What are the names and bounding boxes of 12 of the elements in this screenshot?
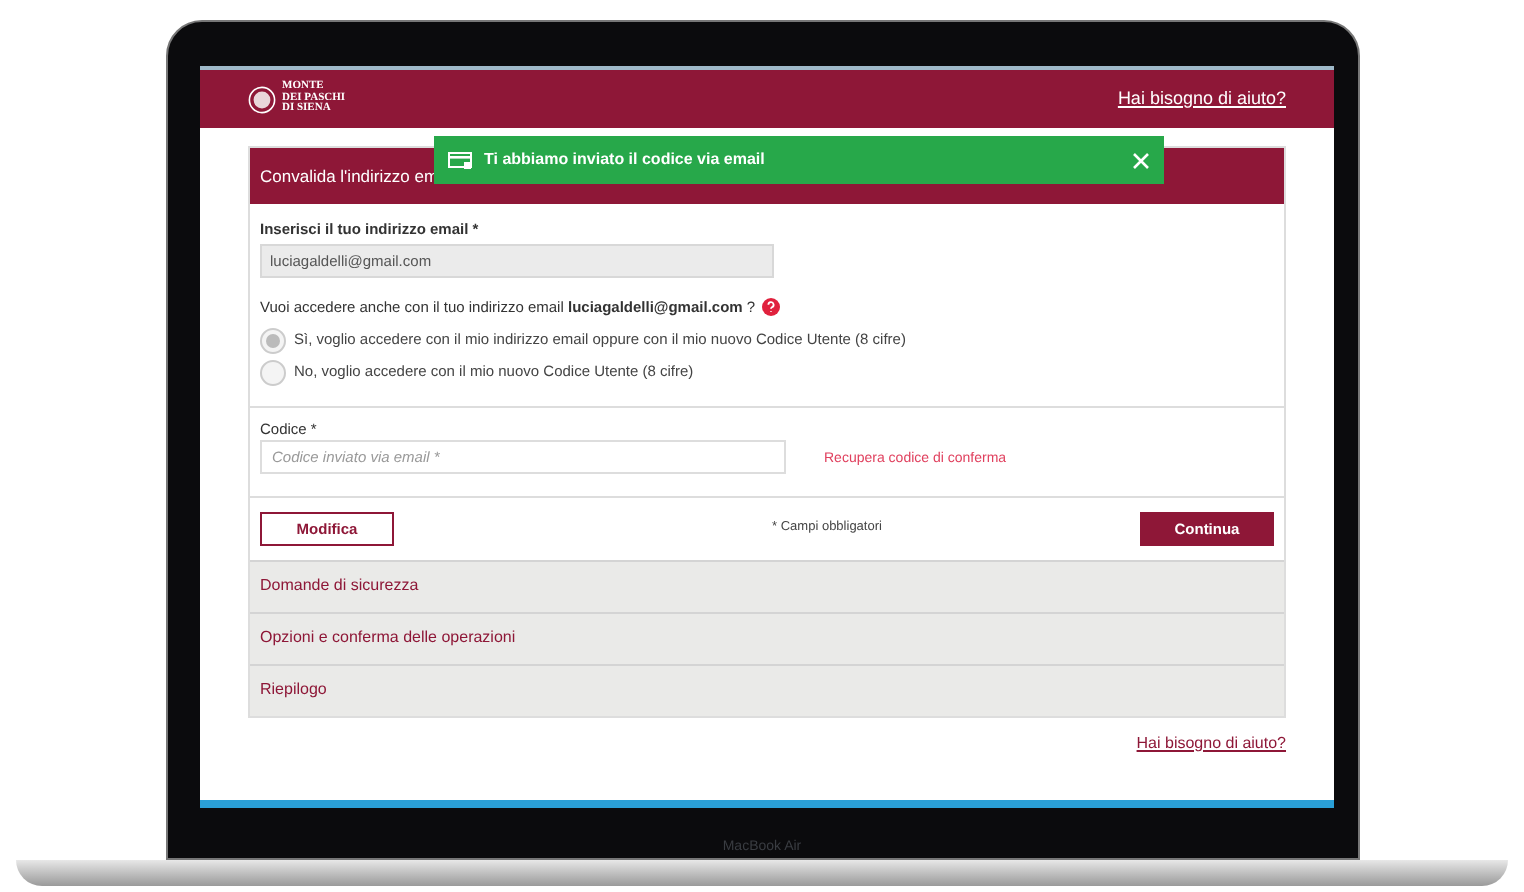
accordion-step[interactable]: Riepilogo	[250, 663, 1284, 716]
radio-button[interactable]	[260, 359, 286, 385]
logo-emblem-icon	[248, 85, 276, 113]
close-icon[interactable]	[1132, 151, 1150, 169]
help-link[interactable]: Hai bisogno di aiuto?	[1117, 85, 1286, 113]
accordion-step[interactable]: Domande di sicurezza	[250, 559, 1284, 612]
help-icon[interactable]	[761, 298, 780, 317]
card-icon	[448, 151, 472, 169]
toast-message: Ti abbiamo inviato il codice via email	[484, 148, 767, 172]
help-link[interactable]: Hai bisogno di aiuto?	[1136, 731, 1286, 756]
accordion-step[interactable]: Opzioni e conferma delle operazioni	[250, 611, 1284, 664]
radio-button[interactable]	[260, 327, 286, 353]
